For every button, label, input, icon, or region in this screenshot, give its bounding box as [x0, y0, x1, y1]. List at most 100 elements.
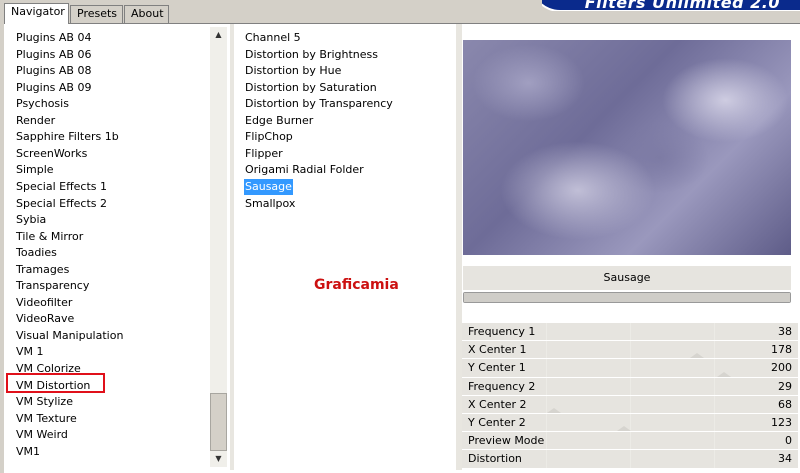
tab-about[interactable]: About [124, 5, 169, 23]
param-slider[interactable]: X Center 2 68 [462, 395, 798, 414]
slider-tick [714, 413, 715, 432]
filter-item[interactable]: Distortion by Saturation [244, 80, 378, 96]
category-item[interactable]: Plugins AB 04 [16, 30, 91, 46]
preview-pane: Sausage Frequency 1 38 X Center 1 178 Y Cent… [462, 24, 800, 470]
slider-tick [630, 359, 631, 377]
param-label: X Center 2 [468, 397, 527, 411]
category-item[interactable]: Tramages [16, 262, 69, 278]
slider-thumb[interactable] [717, 371, 731, 377]
filter-item[interactable]: Channel 5 [244, 30, 302, 46]
slider-tick [630, 377, 631, 395]
filter-item[interactable]: Distortion by Hue [244, 63, 342, 79]
up-arrow-icon[interactable]: ▲ [210, 27, 227, 43]
slider-thumb[interactable] [617, 426, 631, 432]
navigator-panel: Plugins AB 04 Plugins AB 06 Plugins AB 08 P… [4, 23, 800, 473]
param-value: 29 [778, 379, 792, 393]
category-item[interactable]: VideoRave [16, 311, 74, 327]
param-value: 38 [778, 325, 792, 338]
scrollbar-thumb[interactable] [210, 393, 227, 451]
category-item[interactable]: Visual Manipulation [16, 328, 123, 344]
param-slider[interactable]: Distortion 34 [462, 450, 798, 469]
category-item[interactable]: VM Texture [16, 411, 77, 427]
param-slider[interactable]: X Center 1 178 [462, 341, 798, 360]
progress-bar [463, 292, 791, 303]
param-label: Y Center 2 [468, 415, 526, 429]
filter-item[interactable]: Flipper [244, 146, 284, 162]
param-label: Distortion [468, 452, 522, 466]
filter-name-label: Sausage [463, 266, 791, 290]
slider-tick [630, 450, 631, 468]
filter-item-selected[interactable]: Sausage [244, 178, 293, 195]
brand-banner: Filters Unlimited 2.0 [542, 0, 800, 11]
category-item[interactable]: Psychosis [16, 96, 69, 112]
category-item[interactable]: Transparency [16, 278, 89, 294]
tab-navigator[interactable]: Navigator [4, 3, 69, 24]
category-item[interactable]: ScreenWorks [16, 146, 87, 162]
param-value: 123 [771, 415, 792, 429]
category-item[interactable]: Plugins AB 08 [16, 63, 91, 79]
category-item[interactable]: VM Stylize [16, 394, 73, 410]
category-item[interactable]: Videofilter [16, 295, 72, 311]
slider-tick [546, 432, 547, 450]
slider-tick [714, 341, 715, 359]
slider-thumb[interactable] [547, 407, 561, 413]
down-arrow-icon[interactable]: ▼ [210, 451, 227, 467]
param-label: X Center 1 [468, 343, 527, 357]
category-item[interactable]: VM Colorize [16, 361, 81, 377]
slider-tick [546, 341, 547, 359]
category-item[interactable]: Special Effects 2 [16, 196, 107, 212]
slider-tick [714, 359, 715, 377]
slider-tick [714, 450, 715, 468]
slider-tick [714, 377, 715, 395]
param-slider[interactable]: Frequency 1 38 [462, 323, 798, 342]
filter-item[interactable]: Edge Burner [244, 113, 314, 129]
param-slider[interactable]: Y Center 1 200 [462, 359, 798, 378]
slider-tick [630, 341, 631, 359]
category-item[interactable]: Render [16, 113, 55, 129]
category-item[interactable]: VM1 [16, 444, 40, 460]
param-value: 0 [785, 434, 792, 448]
slider-thumb[interactable] [690, 353, 704, 359]
category-item[interactable]: Sybia [16, 212, 46, 228]
param-value: 200 [771, 361, 792, 375]
category-list: Plugins AB 04 Plugins AB 06 Plugins AB 08 P… [4, 24, 229, 470]
brand-title: Filters Unlimited 2.0 [584, 0, 780, 11]
slider-tick [546, 377, 547, 395]
slider-tick [714, 323, 715, 341]
filter-item[interactable]: Distortion by Transparency [244, 96, 394, 112]
param-label: Preview Mode [468, 434, 545, 448]
category-item[interactable]: Simple [16, 162, 54, 178]
param-slider[interactable]: Y Center 2 123 [462, 413, 798, 433]
category-item[interactable]: Sapphire Filters 1b [16, 129, 119, 145]
watermark-text: Graficamia [314, 277, 399, 293]
filter-item[interactable]: Origami Radial Folder [244, 162, 365, 178]
param-value: 34 [778, 452, 792, 466]
tab-presets[interactable]: Presets [70, 5, 123, 23]
param-label: Frequency 2 [468, 379, 536, 393]
slider-tick [546, 323, 547, 341]
param-value: 68 [778, 397, 792, 411]
preview-image [463, 40, 791, 255]
category-item[interactable]: Special Effects 1 [16, 179, 107, 195]
slider-tick [630, 395, 631, 413]
category-item[interactable]: VM Weird [16, 427, 68, 443]
param-label: Y Center 1 [468, 361, 526, 375]
param-label: Frequency 1 [468, 325, 536, 338]
slider-tick [546, 413, 547, 432]
category-scrollbar[interactable]: ▲ ▼ [210, 27, 227, 467]
param-slider[interactable]: Frequency 2 29 [462, 377, 798, 396]
filter-item[interactable]: Smallpox [244, 196, 296, 212]
slider-tick [630, 323, 631, 341]
category-item[interactable]: VM 1 [16, 344, 44, 360]
param-slider[interactable]: Preview Mode 0 [462, 432, 798, 451]
slider-tick [546, 359, 547, 377]
parameter-list: Frequency 1 38 X Center 1 178 Y Center 1 200 F… [462, 323, 798, 469]
category-item[interactable]: Tile & Mirror [16, 229, 83, 245]
filter-item[interactable]: FlipChop [244, 129, 294, 145]
filter-item[interactable]: Distortion by Brightness [244, 47, 379, 63]
slider-tick [546, 450, 547, 468]
category-item[interactable]: Plugins AB 06 [16, 47, 91, 63]
category-item[interactable]: Plugins AB 09 [16, 80, 91, 96]
category-item[interactable]: VM Distortion [16, 378, 90, 394]
category-item[interactable]: Toadies [16, 245, 57, 261]
